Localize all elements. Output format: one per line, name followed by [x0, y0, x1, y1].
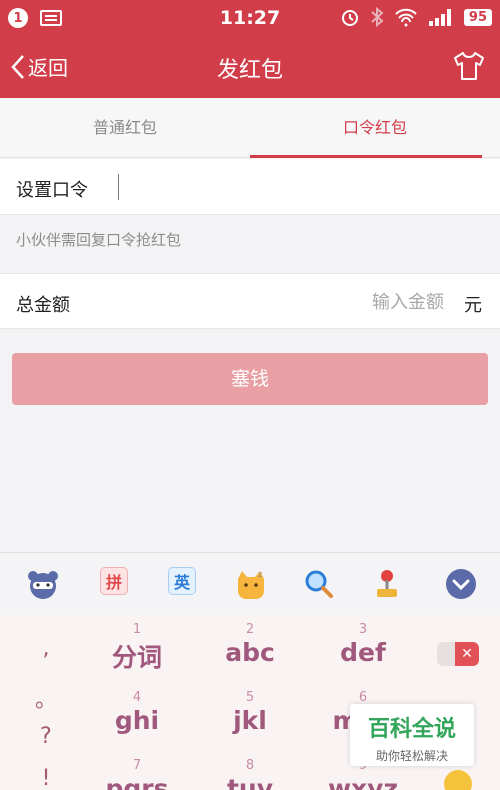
t9-key-1[interactable]: 1 分词: [92, 622, 182, 674]
t9-key-5[interactable]: 5 jkl: [205, 690, 295, 735]
key-number: 4: [132, 690, 142, 705]
wifi-icon: [395, 8, 417, 27]
battery-icon: 95: [463, 8, 492, 26]
key-letters: wxyz: [327, 774, 399, 790]
key-number: 3: [358, 622, 368, 637]
amount-row: 总金额 元: [0, 273, 500, 329]
key-number: 2: [245, 622, 255, 637]
page-title: 发红包: [216, 58, 283, 83]
watermark-title: 百科全说: [367, 717, 456, 742]
stuff-money-button[interactable]: 塞钱: [12, 353, 488, 405]
t9-key-2[interactable]: 2 abc: [205, 622, 295, 667]
key-letters: def: [340, 638, 386, 667]
collapse-keyboard-icon[interactable]: [444, 567, 478, 601]
english-mode-button[interactable]: 英: [168, 567, 202, 601]
key-letters: pqrs: [105, 774, 169, 790]
t9-key-8[interactable]: 8 tuv: [205, 758, 295, 790]
amount-label: 总金额: [16, 295, 70, 316]
amount-input[interactable]: [284, 288, 444, 316]
svg-text:z: z: [258, 570, 262, 579]
code-hint: 小伙伴需回复口令抢红包: [16, 231, 182, 249]
amount-unit: 元: [464, 295, 482, 316]
t9-key-3[interactable]: 3 def: [318, 622, 408, 667]
t9-key-7[interactable]: 7 pqrs: [92, 758, 182, 790]
emoji-face-icon[interactable]: [444, 770, 472, 790]
bluetooth-icon: [371, 7, 384, 27]
key-number: 5: [245, 690, 255, 705]
watermark-logo: 百科全说 助你轻松解决: [350, 704, 474, 766]
alarm-icon: [341, 10, 358, 26]
text-cursor: [118, 174, 119, 200]
status-bar: 1 11:27 95: [0, 0, 500, 36]
status-right: 95: [340, 7, 492, 27]
code-input-row[interactable]: 设置口令: [0, 159, 500, 215]
search-icon[interactable]: [302, 567, 336, 601]
key-letters: jkl: [233, 706, 267, 735]
theme-shirt-icon[interactable]: [452, 49, 486, 83]
punct-key-exclaim[interactable]: !: [26, 766, 66, 790]
code-label: 设置口令: [16, 180, 88, 201]
joystick-icon[interactable]: [370, 567, 404, 601]
pinyin-mode-label: 拼: [100, 567, 128, 595]
tab-normal-packet[interactable]: 普通红包: [0, 98, 250, 158]
punct-key-period[interactable]: 。: [26, 682, 66, 714]
cat-emoji-icon[interactable]: z: [234, 567, 268, 601]
key-letters: tuv: [226, 774, 274, 790]
punct-key-comma[interactable]: ,: [26, 636, 66, 661]
t9-key-4[interactable]: 4 ghi: [92, 690, 182, 735]
packet-type-tabs: 普通红包 口令红包: [0, 98, 500, 158]
key-number: 1: [132, 622, 142, 637]
app-header: 返回 发红包: [0, 36, 500, 98]
delete-key[interactable]: [437, 642, 479, 666]
tab-password-packet[interactable]: 口令红包: [250, 98, 500, 158]
ime-mascot-icon[interactable]: [26, 567, 60, 601]
keyboard-toolbar: 拼 英 z: [0, 552, 500, 614]
key-number: 8: [245, 758, 255, 773]
watermark-subtitle: 助你轻松解决: [375, 749, 448, 763]
key-letters: ghi: [114, 706, 160, 735]
pinyin-mode-button[interactable]: 拼: [100, 567, 134, 601]
screen: 1 11:27 95 返回 发红包 普通红包 口令红包 设置口令 小伙伴需回复口…: [0, 0, 500, 790]
punct-key-question[interactable]: ?: [26, 724, 66, 749]
key-number: 7: [132, 758, 142, 773]
key-letters: 分词: [111, 643, 162, 672]
key-letters: abc: [225, 638, 275, 667]
signal-icon: [428, 9, 451, 26]
english-mode-label: 英: [168, 567, 196, 595]
